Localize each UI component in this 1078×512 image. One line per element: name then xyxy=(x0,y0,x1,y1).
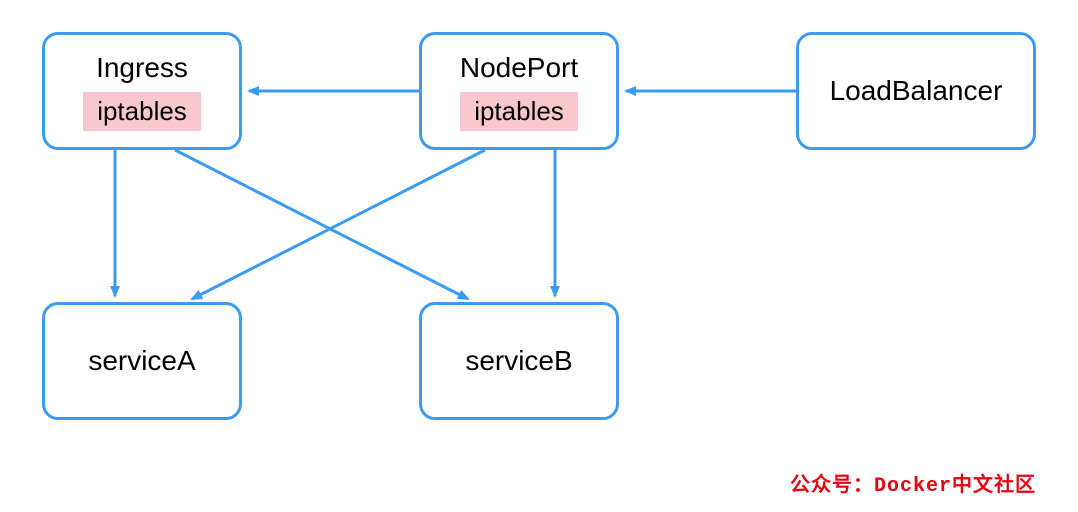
serviceb-node: serviceB xyxy=(419,302,619,420)
nodeport-title: NodePort xyxy=(460,52,578,84)
nodeport-iptables-tag: iptables xyxy=(460,92,578,131)
watermark-text: 公众号：Docker中文社区 xyxy=(790,468,1036,498)
nodeport-node: NodePort iptables xyxy=(419,32,619,150)
arrow-nodeport-to-servicea xyxy=(192,150,485,299)
serviceb-title: serviceB xyxy=(465,345,572,377)
ingress-iptables-tag: iptables xyxy=(83,92,201,131)
loadbalancer-node: LoadBalancer xyxy=(796,32,1036,150)
servicea-node: serviceA xyxy=(42,302,242,420)
servicea-title: serviceA xyxy=(88,345,195,377)
ingress-node: Ingress iptables xyxy=(42,32,242,150)
arrow-ingress-to-serviceb xyxy=(175,150,468,299)
loadbalancer-title: LoadBalancer xyxy=(830,75,1003,107)
ingress-title: Ingress xyxy=(96,52,188,84)
